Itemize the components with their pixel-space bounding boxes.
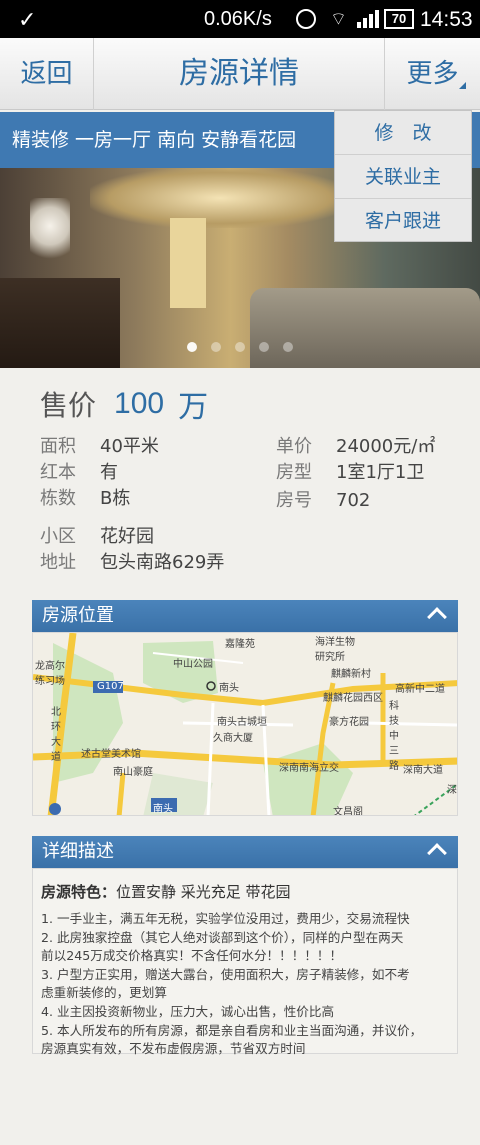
page-title: 房源详情 bbox=[179, 56, 299, 91]
map-label: 深南南海立交 bbox=[279, 763, 339, 774]
map-label: 麒麟花园西区 bbox=[323, 693, 383, 704]
detail-room-number: 房号 702 bbox=[276, 488, 370, 514]
map-label: 海洋生物研究所 bbox=[315, 637, 355, 663]
clock: 14:53 bbox=[420, 8, 473, 31]
map-label: 述古堂美术馆 bbox=[81, 749, 141, 760]
detail-area: 面积 40平米 bbox=[40, 434, 159, 460]
detail-value: 40平米 bbox=[100, 436, 159, 457]
detail-value: 有 bbox=[100, 462, 118, 483]
photo-ceiling bbox=[90, 168, 350, 228]
carousel-dot[interactable] bbox=[259, 342, 269, 352]
description-panel-title: 详细描述 bbox=[42, 841, 114, 862]
menu-item-link-owner[interactable]: 关联业主 bbox=[335, 155, 471, 199]
description-line: 虑重新装修的，更划算 bbox=[41, 985, 167, 1001]
detail-key: 房号 bbox=[276, 490, 312, 511]
detail-address: 地址 包头南路629弄 bbox=[40, 550, 224, 576]
map-label: 麒麟新村 bbox=[331, 669, 371, 680]
detail-value: 24000元/㎡ bbox=[336, 436, 436, 457]
more-label: 更多 bbox=[406, 59, 459, 89]
dropdown-corner-icon bbox=[459, 82, 466, 89]
description-panel-header[interactable]: 详细描述 bbox=[32, 836, 458, 868]
more-menu: 修 改 关联业主 客户跟进 bbox=[334, 110, 472, 242]
check-icon: ✓ bbox=[18, 7, 37, 32]
more-button[interactable]: 更多 bbox=[384, 38, 480, 110]
location-panel-header[interactable]: 房源位置 bbox=[32, 600, 458, 632]
map-label: 南头 bbox=[219, 683, 239, 694]
detail-key: 单价 bbox=[276, 436, 312, 457]
location-panel-title: 房源位置 bbox=[42, 605, 114, 626]
menu-item-edit[interactable]: 修 改 bbox=[335, 111, 471, 155]
feature-row: 房源特色：位置安静 采光充足 带花园 bbox=[41, 881, 449, 902]
nav-bar: 返回 房源详情 更多 bbox=[0, 38, 480, 110]
map-label: 北环大道 bbox=[51, 707, 61, 763]
detail-value: 包头南路629弄 bbox=[100, 552, 225, 573]
carousel-dot[interactable] bbox=[235, 342, 245, 352]
price-label: 售价 bbox=[40, 389, 97, 422]
photo-ornament bbox=[30, 198, 70, 268]
detail-key: 栋数 bbox=[40, 488, 76, 509]
map-label: 豪方花园 bbox=[329, 717, 369, 728]
map-label: 久商大厦 bbox=[213, 733, 253, 744]
detail-unit-price: 单价 24000元/㎡ bbox=[276, 434, 435, 460]
location-map[interactable]: 嘉隆苑 海洋生物研究所 中山公园 麒麟新村 龙高尔练习场 G107 南头 麒麟花… bbox=[32, 632, 458, 816]
menu-item-client-followup[interactable]: 客户跟进 bbox=[335, 199, 471, 243]
detail-key: 红本 bbox=[40, 462, 76, 483]
signal-icon bbox=[357, 10, 379, 28]
detail-key: 小区 bbox=[40, 526, 76, 547]
alarm-icon bbox=[296, 9, 316, 29]
map-label: G107 bbox=[97, 681, 124, 692]
feature-label: 房源特色： bbox=[41, 883, 117, 901]
wifi-icon: ⌔ bbox=[330, 9, 347, 29]
map-label: 南头古城垣 bbox=[217, 717, 267, 728]
map-label: 龙高尔练习场 bbox=[35, 661, 65, 687]
detail-key: 地址 bbox=[40, 552, 76, 573]
price-unit: 万 bbox=[178, 390, 209, 425]
detail-title-deed: 红本 有 bbox=[40, 460, 118, 486]
detail-layout: 房型 1室1厅1卫 bbox=[276, 460, 424, 486]
detail-key: 面积 bbox=[40, 436, 76, 457]
price-value: 100 bbox=[114, 387, 165, 420]
photo-door bbox=[170, 218, 206, 308]
detail-value: 花好园 bbox=[100, 526, 154, 547]
detail-value: 702 bbox=[336, 490, 371, 511]
description-body: 房源特色：位置安静 采光充足 带花园 1. 一手业主，满五年无税，实验学位没用过… bbox=[32, 868, 458, 1056]
detail-value: 1室1厅1卫 bbox=[336, 462, 425, 483]
price-row: 售价 100 万 bbox=[40, 382, 208, 426]
description-line: 房源真实有效，不发布虚假房源，节省双方时间 bbox=[41, 1041, 306, 1057]
description-line: 1. 一手业主，满五年无税，实验学位没用过，费用少，交易流程快 bbox=[41, 911, 410, 926]
description-line: 前以245万成交价格真实！不含任何水分！！！！！！ bbox=[41, 948, 343, 964]
detail-key: 房型 bbox=[276, 462, 312, 483]
description-line: 5. 本人所发布的所有房源，都是亲自看房和业主当面沟通，并议价， bbox=[41, 1022, 423, 1038]
detail-value: B栋 bbox=[100, 488, 131, 509]
carousel-dots bbox=[0, 337, 480, 356]
battery-icon: 70 bbox=[384, 9, 414, 29]
description-line: 2. 此房独家控盘（其它人绝对谈部到这个价），同样的户型在两天 bbox=[41, 929, 404, 945]
map-label: 深 bbox=[447, 785, 457, 796]
collapse-chevron-icon[interactable] bbox=[427, 843, 447, 863]
map-label: 中山公园 bbox=[173, 659, 213, 670]
detail-building: 栋数 B栋 bbox=[40, 486, 130, 512]
carousel-dot[interactable] bbox=[211, 342, 221, 352]
description-line: 4. 业主因投资新物业，压力大，诚心出售，性价比高 bbox=[41, 1003, 335, 1019]
carousel-dot[interactable] bbox=[283, 342, 293, 352]
carousel-dot[interactable] bbox=[187, 342, 197, 352]
status-bar: ✓ 0.06K/s ⌔ 70 14:53 bbox=[0, 0, 480, 38]
network-speed: 0.06K/s bbox=[204, 8, 272, 30]
map-label: 高新中二道 bbox=[395, 684, 445, 695]
map-label: 南山豪庭 bbox=[113, 767, 153, 778]
map-label: 嘉隆苑 bbox=[225, 639, 255, 650]
collapse-chevron-icon[interactable] bbox=[427, 607, 447, 627]
map-label: 南头 bbox=[153, 804, 173, 815]
photo-sofa bbox=[250, 288, 480, 368]
map-label: 科技中三路 bbox=[389, 701, 399, 772]
map-label: 深南大道 bbox=[403, 765, 443, 776]
back-button[interactable]: 返回 bbox=[0, 38, 94, 110]
feature-value: 位置安静 采光充足 带花园 bbox=[116, 883, 291, 901]
detail-community: 小区 花好园 bbox=[40, 524, 154, 550]
description-line: 3. 户型方正实用，赠送大露台，使用面积大，房子精装修，如不考 bbox=[41, 966, 410, 982]
map-label: 文昌阁 bbox=[333, 807, 363, 816]
